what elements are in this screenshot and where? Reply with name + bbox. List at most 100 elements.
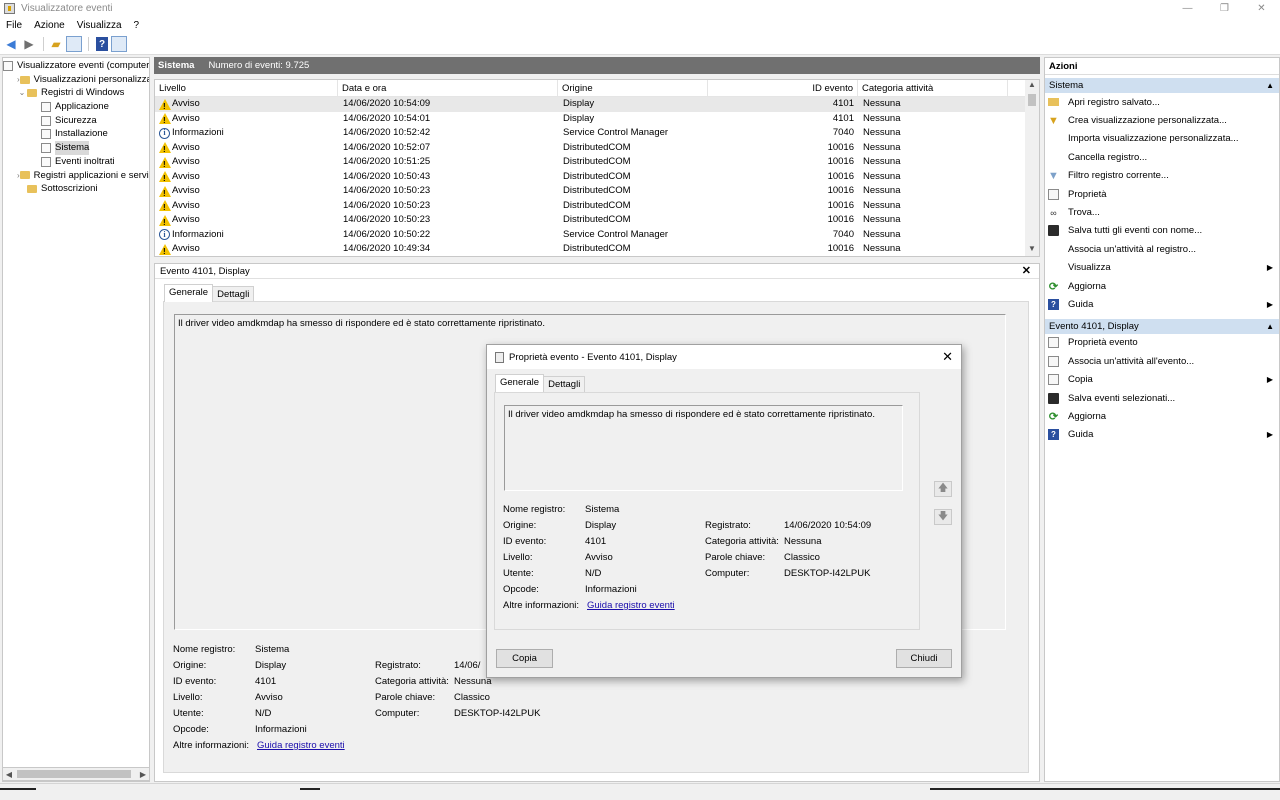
collapse-icon[interactable]: ▲ <box>1266 78 1274 93</box>
event-message: Il driver video amdkmdap ha smesso di ri… <box>178 318 545 329</box>
tree-item[interactable]: › Registri applicazioni e servizi <box>3 169 149 183</box>
value-source: Display <box>255 660 287 671</box>
action-item[interactable]: Copia ▶ <box>1045 370 1279 388</box>
close-button[interactable]: Chiudi <box>896 649 952 668</box>
event-source: DistributedCOM <box>563 243 631 254</box>
find-icon: ∞ <box>1050 207 1057 218</box>
menu-help[interactable]: ? <box>128 20 146 31</box>
copy-button[interactable]: Copia <box>496 649 553 668</box>
tree-item[interactable]: Eventi inoltrati <box>3 155 149 169</box>
action-item[interactable]: ▼ Crea visualizzazione personalizzata... <box>1045 111 1279 129</box>
expand-icon[interactable]: ⌄ <box>17 86 27 100</box>
event-row[interactable]: Avviso 14/06/2020 10:54:01 Display 4101 Ness… <box>155 112 1039 129</box>
tree-item[interactable]: Visualizzatore eventi (computer <box>3 59 149 73</box>
help-icon[interactable]: ? <box>96 37 108 51</box>
action-item[interactable]: ▼ Filtro registro corrente... <box>1045 167 1279 185</box>
tree-item[interactable]: Sicurezza <box>3 114 149 128</box>
tree-horizontal-scrollbar[interactable]: ◀ ▶ <box>2 767 150 781</box>
forward-arrow-icon[interactable]: ▶ <box>21 36 37 52</box>
action-item[interactable]: Proprietà evento <box>1045 334 1279 352</box>
event-source: DistributedCOM <box>563 199 631 211</box>
dialog-tab-general[interactable]: Generale <box>495 374 545 392</box>
action-item[interactable]: Salva tutti gli eventi con nome... <box>1045 222 1279 240</box>
collapse-icon[interactable]: ▲ <box>1266 319 1274 334</box>
action-item[interactable]: Visualizza ▶ <box>1045 259 1279 277</box>
column-header-event-id[interactable]: ID evento <box>708 80 858 97</box>
tree-item[interactable]: Sistema <box>3 141 149 155</box>
action-item[interactable]: ? Guida ▶ <box>1045 426 1279 444</box>
next-event-button[interactable]: 🡇 <box>934 509 952 525</box>
back-arrow-icon[interactable]: ◀ <box>3 36 19 52</box>
event-row[interactable]: Avviso 14/06/2020 10:50:23 DistributedCOM 1… <box>155 184 1039 201</box>
value-logged: 14/06/ <box>454 660 481 671</box>
column-header-level[interactable]: Livello <box>155 80 338 97</box>
event-row[interactable]: Avviso 14/06/2020 10:52:07 DistributedCOM 1… <box>155 141 1039 158</box>
action-item[interactable]: ⟳ Aggiorna <box>1045 277 1279 295</box>
tree-item-label: Registri applicazioni e servizi <box>33 169 150 181</box>
log-icon <box>41 101 51 112</box>
restore-button[interactable]: ❐ <box>1206 0 1243 17</box>
column-header-task-category[interactable]: Categoria attività <box>858 80 1008 97</box>
show-hide-actions-icon[interactable] <box>111 36 127 52</box>
event-row[interactable]: i Informazioni 14/06/2020 10:50:22 Service … <box>155 228 1039 243</box>
event-level-cell: Avviso <box>155 112 338 129</box>
event-row[interactable]: Avviso 14/06/2020 10:50:23 DistributedCOM 1… <box>155 199 1039 216</box>
menu-visualizza[interactable]: Visualizza <box>71 20 128 31</box>
event-row[interactable]: Avviso 14/06/2020 10:54:09 Display 4101 Ness… <box>155 97 1039 114</box>
tab-details[interactable]: Dettagli <box>212 286 255 302</box>
log-icon <box>41 115 51 126</box>
open-folder-icon[interactable]: ▰ <box>48 36 64 52</box>
close-window-button[interactable]: ✕ <box>1243 0 1280 17</box>
scroll-down-icon[interactable]: ▼ <box>1025 244 1039 256</box>
information-icon: i <box>159 229 170 241</box>
event-row[interactable]: Avviso 14/06/2020 10:50:43 DistributedCOM 1… <box>155 170 1039 187</box>
tree-item[interactable]: › Visualizzazioni personalizzate <box>3 73 149 87</box>
column-header-date[interactable]: Data e ora <box>338 80 558 97</box>
scroll-left-icon[interactable]: ◀ <box>3 770 15 779</box>
event-row[interactable]: i Informazioni 14/06/2020 10:52:42 Service … <box>155 126 1039 141</box>
more-info-link[interactable]: Guida registro eventi <box>257 740 345 751</box>
tree-item-label: Visualizzazioni personalizzate <box>33 73 150 85</box>
dialog-tab-details[interactable]: Dettagli <box>543 376 586 392</box>
scroll-up-icon[interactable]: ▲ <box>1025 80 1039 92</box>
action-item[interactable]: Associa un'attività al registro... <box>1045 240 1279 258</box>
tree-item[interactable]: Sottoscrizioni <box>3 182 149 196</box>
event-row[interactable]: Avviso 14/06/2020 10:51:25 DistributedCOM 1… <box>155 155 1039 172</box>
actions-section-log[interactable]: Sistema ▲ <box>1045 78 1279 93</box>
menu-file[interactable]: File <box>0 20 28 31</box>
tree-item[interactable]: ⌄ Registri di Windows <box>3 86 149 100</box>
action-item[interactable]: Apri registro salvato... <box>1045 93 1279 111</box>
action-item[interactable]: ∞ Trova... <box>1045 203 1279 221</box>
event-list-scrollbar[interactable]: ▲ ▼ <box>1025 80 1039 256</box>
actions-section-event[interactable]: Evento 4101, Display ▲ <box>1045 318 1279 334</box>
label-task-category: Categoria attività: <box>375 676 449 687</box>
event-source: DistributedCOM <box>563 141 631 153</box>
show-hide-tree-icon[interactable] <box>66 36 82 52</box>
action-item[interactable]: Cancella registro... <box>1045 148 1279 166</box>
dialog-more-info-link[interactable]: Guida registro eventi <box>587 600 675 611</box>
scroll-right-icon[interactable]: ▶ <box>137 770 149 779</box>
close-detail-icon[interactable]: ✕ <box>1022 264 1031 279</box>
action-item[interactable]: Salva eventi selezionati... <box>1045 389 1279 407</box>
tab-general[interactable]: Generale <box>164 284 214 302</box>
refresh-icon: ⟳ <box>1048 280 1059 293</box>
action-item[interactable]: ? Guida ▶ <box>1045 295 1279 313</box>
event-category: Nessuna <box>863 243 901 254</box>
tree-item[interactable]: Applicazione <box>3 100 149 114</box>
action-label: Salva tutti gli eventi con nome... <box>1068 225 1203 237</box>
dialog-message-box[interactable]: Il driver video amdkmdap ha smesso di ri… <box>504 405 903 491</box>
dialog-close-icon[interactable]: ✕ <box>942 349 953 365</box>
action-item[interactable]: Proprietà <box>1045 185 1279 203</box>
minimize-button[interactable]: — <box>1169 0 1206 17</box>
menu-azione[interactable]: Azione <box>28 20 71 31</box>
event-row[interactable]: Avviso 14/06/2020 10:49:34 DistributedCOM 1… <box>155 242 1039 256</box>
action-item[interactable]: Importa visualizzazione personalizzata..… <box>1045 130 1279 148</box>
previous-event-button[interactable]: 🡅 <box>934 481 952 497</box>
column-header-source[interactable]: Origine <box>558 80 708 97</box>
tree-item[interactable]: Installazione <box>3 127 149 141</box>
action-item[interactable]: Associa un'attività all'evento... <box>1045 352 1279 370</box>
event-row[interactable]: Avviso 14/06/2020 10:50:23 DistributedCOM 1… <box>155 213 1039 230</box>
event-source: DistributedCOM <box>563 170 631 182</box>
label-keywords: Parole chiave: <box>375 692 436 703</box>
action-item[interactable]: ⟳ Aggiorna <box>1045 407 1279 425</box>
